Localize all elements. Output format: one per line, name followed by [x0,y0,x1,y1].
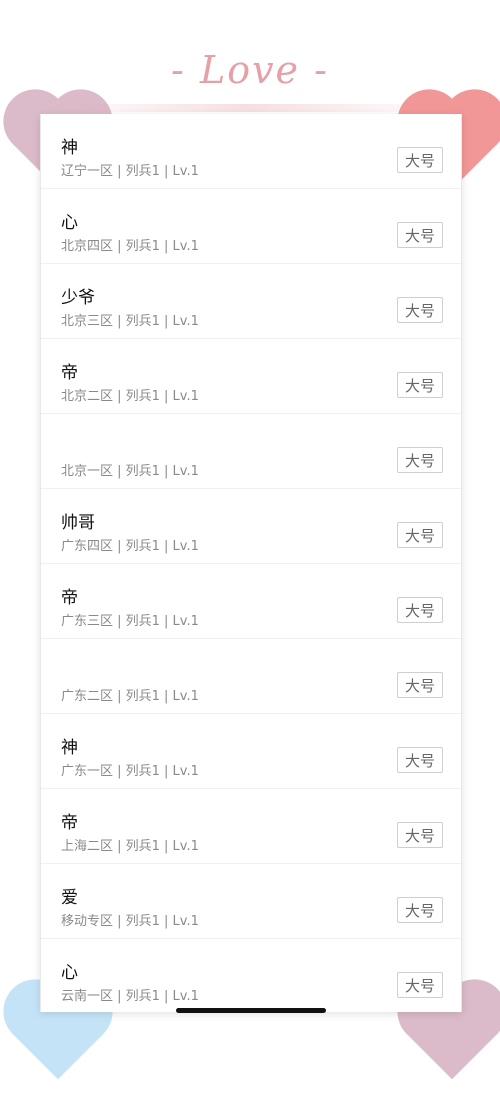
list-item[interactable]: 帅哥 广东四区 | 列兵1 | Lv.1 大号 [41,489,461,564]
account-details: 北京三区 | 列兵1 | Lv.1 [61,314,199,329]
list-item[interactable]: 帝 广东三区 | 列兵1 | Lv.1 大号 [41,564,461,639]
main-account-tag[interactable]: 大号 [397,597,443,623]
account-details: 移动专区 | 列兵1 | Lv.1 [61,914,199,929]
account-name: 爱 [61,888,78,908]
account-details: 北京四区 | 列兵1 | Lv.1 [61,239,199,254]
account-name: 帝 [61,813,78,833]
list-item[interactable]: 广东二区 | 列兵1 | Lv.1 大号 [41,639,461,714]
list-item[interactable]: 心 云南一区 | 列兵1 | Lv.1 大号 [41,939,461,1012]
list-item[interactable]: 少爷 北京三区 | 列兵1 | Lv.1 大号 [41,264,461,339]
main-account-tag[interactable]: 大号 [397,897,443,923]
list-item[interactable]: 神 辽宁一区 | 列兵1 | Lv.1 大号 [41,114,461,189]
list-item[interactable]: 神 广东一区 | 列兵1 | Lv.1 大号 [41,714,461,789]
main-account-tag[interactable]: 大号 [397,447,443,473]
account-name: 帝 [61,363,78,383]
main-account-tag[interactable]: 大号 [397,972,443,998]
main-account-tag[interactable]: 大号 [397,522,443,548]
account-details: 北京二区 | 列兵1 | Lv.1 [61,389,199,404]
account-name: 帅哥 [61,513,95,533]
account-list: 神 辽宁一区 | 列兵1 | Lv.1 大号 心 北京四区 | 列兵1 | Lv… [41,114,461,1012]
main-account-tag[interactable]: 大号 [397,297,443,323]
account-name: 帝 [61,588,78,608]
account-details: 上海二区 | 列兵1 | Lv.1 [61,839,199,854]
list-item[interactable]: 爱 移动专区 | 列兵1 | Lv.1 大号 [41,864,461,939]
main-account-tag[interactable]: 大号 [397,147,443,173]
main-account-tag[interactable]: 大号 [397,822,443,848]
account-details: 广东一区 | 列兵1 | Lv.1 [61,764,199,779]
account-details: 广东三区 | 列兵1 | Lv.1 [61,614,199,629]
account-name: 神 [61,738,78,758]
love-underline [48,104,452,112]
list-item[interactable]: 北京一区 | 列兵1 | Lv.1 大号 [41,414,461,489]
account-details: 广东二区 | 列兵1 | Lv.1 [61,689,199,704]
main-account-tag[interactable]: 大号 [397,672,443,698]
account-details: 北京一区 | 列兵1 | Lv.1 [61,464,199,479]
account-details: 云南一区 | 列兵1 | Lv.1 [61,989,199,1004]
love-logo: - Love - [171,48,329,92]
account-details: 辽宁一区 | 列兵1 | Lv.1 [61,164,199,179]
account-details: 广东四区 | 列兵1 | Lv.1 [61,539,199,554]
list-item[interactable]: 帝 上海二区 | 列兵1 | Lv.1 大号 [41,789,461,864]
list-item[interactable]: 帝 北京二区 | 列兵1 | Lv.1 大号 [41,339,461,414]
account-name: 心 [61,963,78,983]
account-name: 心 [61,213,78,233]
home-indicator[interactable] [176,1008,326,1013]
account-list-panel: 神 辽宁一区 | 列兵1 | Lv.1 大号 心 北京四区 | 列兵1 | Lv… [40,114,462,1012]
account-name: 少爷 [61,288,95,308]
account-name: 神 [61,138,78,158]
main-account-tag[interactable]: 大号 [397,372,443,398]
list-item[interactable]: 心 北京四区 | 列兵1 | Lv.1 大号 [41,189,461,264]
main-account-tag[interactable]: 大号 [397,747,443,773]
main-account-tag[interactable]: 大号 [397,222,443,248]
